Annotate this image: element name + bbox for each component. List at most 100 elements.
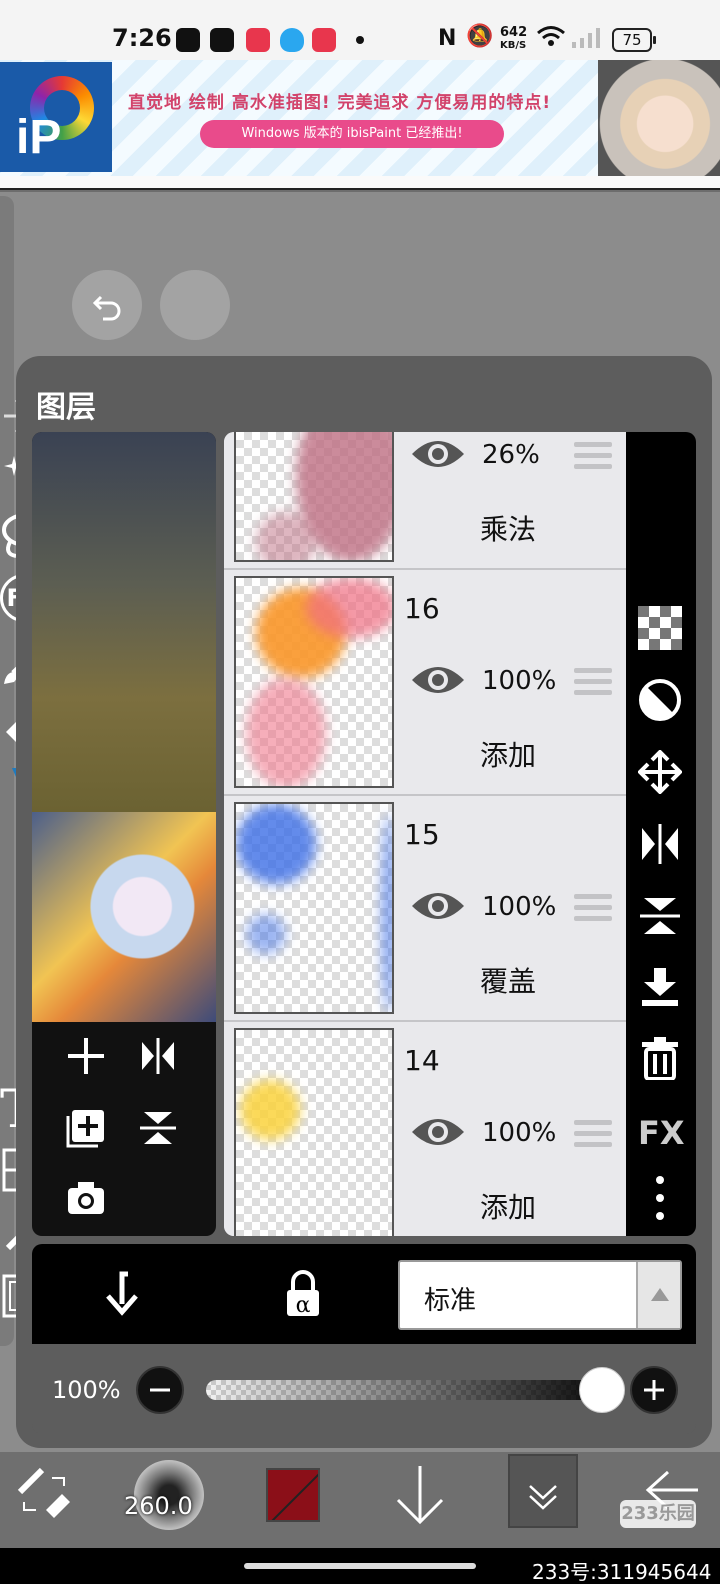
layer-preview-column: [32, 432, 216, 1236]
flip-vertical-icon: [640, 898, 680, 934]
circle-slash-icon: [639, 679, 681, 721]
undo-button[interactable]: [72, 270, 142, 340]
collapse-panel-button[interactable]: [508, 1454, 578, 1528]
flip-layer-vertical-button[interactable]: [130, 1100, 186, 1156]
eye-icon[interactable]: [410, 436, 466, 476]
layer-fx-button[interactable]: FX: [638, 1110, 685, 1156]
flip-horizontal-icon: [142, 1038, 174, 1074]
blend-mode-value: 标准: [424, 1286, 477, 1316]
layer-opacity: 100%: [482, 1118, 557, 1148]
eye-icon[interactable]: [410, 888, 466, 928]
tiktok-icon: [210, 28, 234, 52]
merge-down-button[interactable]: [638, 966, 684, 1012]
bottom-toolbar: [0, 1452, 720, 1548]
flip-vertical-button[interactable]: [638, 894, 684, 940]
svg-text:α: α: [296, 1293, 311, 1318]
drag-handle-icon[interactable]: [574, 1120, 612, 1152]
layer-row[interactable]: 16 100% 添加: [224, 570, 626, 796]
opacity-decrease-button[interactable]: [136, 1366, 184, 1414]
signal-icon: [570, 26, 602, 54]
cube-app-icon: [176, 28, 200, 52]
network-speed: 642 KB/S: [500, 25, 528, 51]
opacity-slider[interactable]: [206, 1380, 602, 1400]
alpha-lock-icon: α: [287, 1270, 319, 1318]
flip-vertical-icon: [140, 1112, 176, 1144]
layer-blend-mode: 添加: [480, 1191, 537, 1224]
layer-blend-mode: 乘法: [480, 513, 537, 546]
clipping-button[interactable]: [94, 1268, 154, 1322]
eye-icon[interactable]: [410, 1114, 466, 1154]
duplicate-layer-button[interactable]: [58, 1100, 114, 1156]
opacity-label: 100%: [52, 1376, 121, 1404]
layer-tools-column: FX: [626, 432, 696, 1236]
plus-icon: [644, 1380, 664, 1400]
import-photo-button[interactable]: [58, 1170, 114, 1226]
wifi-icon: [536, 24, 566, 54]
flip-horizontal-button[interactable]: [638, 822, 684, 868]
home-indicator[interactable]: [244, 1563, 476, 1569]
layer-thumbnail: [234, 802, 394, 1014]
brush-size-value: 260.0: [124, 1492, 193, 1520]
banner-headline: 直觉地 绘制 高水准插图! 完美追求 方便易用的特点!: [128, 93, 552, 113]
layer-thumbnail: [234, 576, 394, 788]
ad-banner[interactable]: iP 直觉地 绘制 高水准插图! 完美追求 方便易用的特点! Windows 版…: [0, 60, 720, 176]
app-root: 7:26 N 🔕 642 KB/S 75 iP 直觉地 绘制 高水准插图! 完美…: [0, 0, 720, 1584]
more-options-button[interactable]: [638, 1174, 684, 1220]
status-time: 7:26: [112, 24, 172, 52]
move-layer-button[interactable]: [637, 749, 684, 796]
layer-name: 16: [404, 592, 440, 625]
merge-down-icon: [642, 968, 678, 1006]
layer-row[interactable]: 26% 乘法: [224, 432, 626, 570]
minus-icon: [150, 1388, 170, 1392]
app-icon: [312, 28, 336, 52]
add-layer-button[interactable]: [58, 1028, 114, 1084]
tool-switch-button[interactable]: [16, 1466, 72, 1526]
more-notifications-icon: [356, 36, 364, 44]
layer-row[interactable]: 15 100% 覆盖: [224, 796, 626, 1022]
battery-indicator: 75: [612, 28, 656, 52]
drag-handle-icon[interactable]: [574, 668, 612, 700]
more-icon: [656, 1176, 664, 1220]
layer-name: 15: [404, 818, 440, 851]
nfc-icon: N: [438, 26, 457, 51]
layer-opacity: 100%: [482, 892, 557, 922]
redo-button[interactable]: [160, 270, 230, 340]
flip-horizontal-icon: [642, 824, 678, 864]
blend-mode-select[interactable]: 标准: [398, 1260, 682, 1330]
app-icon: [246, 28, 270, 52]
flip-layer-horizontal-button[interactable]: [130, 1028, 186, 1084]
clip-arrow-icon: [106, 1271, 138, 1316]
arrow-down-icon: [396, 1466, 444, 1525]
color-swatch[interactable]: [266, 1468, 320, 1522]
clear-layer-button[interactable]: [638, 678, 684, 724]
layer-blend-mode: 覆盖: [480, 965, 537, 998]
chevron-up-icon[interactable]: [636, 1262, 680, 1328]
eye-icon[interactable]: [410, 662, 466, 702]
mute-icon: 🔕: [466, 24, 494, 49]
ibispaint-logo: iP: [0, 62, 112, 172]
qq-icon: [280, 28, 304, 52]
move-icon: [637, 749, 683, 795]
delete-layer-button[interactable]: [638, 1036, 684, 1082]
camera-icon: [68, 1182, 104, 1214]
opacity-increase-button[interactable]: [630, 1366, 678, 1414]
alpha-lock-button[interactable]: α: [278, 1268, 338, 1322]
opacity-slider-thumb[interactable]: [579, 1367, 625, 1413]
transparency-lock-button[interactable]: [638, 606, 684, 652]
layer-panel-title: 图层: [36, 390, 96, 425]
duplicate-icon: [66, 1110, 104, 1148]
layer-row[interactable]: 14 100% 添加: [224, 1022, 626, 1236]
plus-icon: [68, 1038, 104, 1074]
canvas-thumbnail[interactable]: [32, 812, 216, 1022]
layer-down-button[interactable]: [394, 1464, 446, 1532]
logo-text: iP: [16, 111, 62, 164]
layer-thumbnail: [234, 1028, 394, 1236]
layer-blend-mode: 添加: [480, 739, 537, 772]
watermark-logo: 233乐园: [620, 1500, 696, 1528]
undo-icon: [92, 295, 121, 321]
drag-handle-icon[interactable]: [574, 442, 612, 474]
drag-handle-icon[interactable]: [574, 894, 612, 926]
layer-list[interactable]: 26% 乘法 16 100% 添加 15 100% 覆盖 14 100% 添加: [224, 432, 626, 1236]
checker-icon: [638, 606, 682, 650]
brush-eraser-swap-icon: [17, 1467, 70, 1518]
